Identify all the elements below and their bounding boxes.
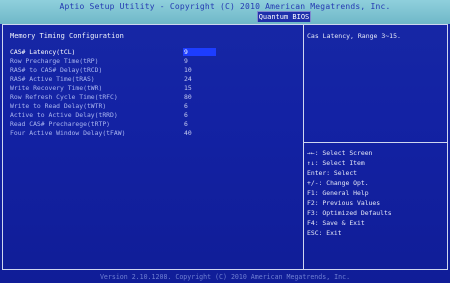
settings-list: CAS# Latency(tCL) 9 Row Precharge Time(t… [10,48,295,168]
setting-value[interactable]: 80 [183,93,216,101]
help-divider [304,142,448,143]
tab-quantum-bios[interactable]: Quantum BIOS [257,11,311,22]
key-select-item: ↑↓: Select Item [307,159,365,167]
setting-four-active-window-delay[interactable]: Four Active Window Delay(tFAW) 40 [10,129,295,138]
setting-value[interactable]: 15 [183,84,216,92]
key-previous-values: F2: Previous Values [307,199,381,207]
key-enter-select: Enter: Select [307,169,358,177]
section-title: Memory Timing Configuration [10,32,124,40]
setting-label: Active to Active Delay(tRRD) [10,111,118,119]
setting-write-to-read-delay[interactable]: Write to Read Delay(tWTR) 6 [10,102,295,111]
setting-value[interactable]: 6 [183,102,216,110]
footer-text: Version 2.10.1208. Copyright (C) 2010 Am… [99,273,351,281]
main-frame: Memory Timing Configuration CAS# Latency… [2,24,448,270]
setting-label: RAS# Active Time(tRAS) [10,75,95,83]
app-title: Aptio Setup Utility - Copyright (C) 2010… [59,2,391,11]
setting-row-refresh-cycle-time[interactable]: Row Refresh Cycle Time(tRFC) 80 [10,93,295,102]
setting-label: Read CAS# Precharege(tRTP) [10,120,111,128]
setting-ras-to-cas-delay[interactable]: RAS# to CAS# Delay(tRCD) 10 [10,66,295,75]
key-optimized-defaults: F3: Optimized Defaults [307,209,392,217]
setting-value[interactable]: 40 [183,129,216,137]
key-change-option: +/-: Change Opt. [307,179,369,187]
setting-label: Write Recovery Time(tWR) [10,84,103,92]
key-general-help: F1: General Help [307,189,369,197]
bios-screen: Aptio Setup Utility - Copyright (C) 2010… [0,0,450,283]
setting-label: Row Precharge Time(tRP) [10,57,99,65]
setting-cas-latency[interactable]: CAS# Latency(tCL) 9 [10,48,295,57]
setting-row-precharge-time[interactable]: Row Precharge Time(tRP) 9 [10,57,295,66]
setting-label: Row Refresh Cycle Time(tRFC) [10,93,118,101]
setting-value[interactable]: 24 [183,75,216,83]
setting-write-recovery-time[interactable]: Write Recovery Time(tWR) 15 [10,84,295,93]
setting-label: Write to Read Delay(tWTR) [10,102,107,110]
key-exit: ESC: Exit [307,229,342,237]
key-save-exit: F4: Save & Exit [307,219,365,227]
setting-label: Four Active Window Delay(tFAW) [10,129,126,137]
key-legend: →←: Select Screen ↑↓: Select Item Enter:… [307,148,445,238]
setting-value[interactable]: 6 [183,111,216,119]
setting-value[interactable]: 9 [183,57,216,65]
setting-value[interactable]: 9 [183,48,216,56]
setting-read-cas-precharge[interactable]: Read CAS# Precharege(tRTP) 6 [10,120,295,129]
help-text: Cas Latency, Range 3~15. [307,32,401,40]
setting-ras-active-time[interactable]: RAS# Active Time(tRAS) 24 [10,75,295,84]
vertical-divider [303,25,304,269]
header-bar: Aptio Setup Utility - Copyright (C) 2010… [0,0,450,24]
setting-value[interactable]: 6 [183,120,216,128]
key-select-screen: →←: Select Screen [307,149,373,157]
setting-label: CAS# Latency(tCL) [10,48,76,56]
setting-label: RAS# to CAS# Delay(tRCD) [10,66,103,74]
setting-active-to-active-delay[interactable]: Active to Active Delay(tRRD) 6 [10,111,295,120]
setting-value[interactable]: 10 [183,66,216,74]
